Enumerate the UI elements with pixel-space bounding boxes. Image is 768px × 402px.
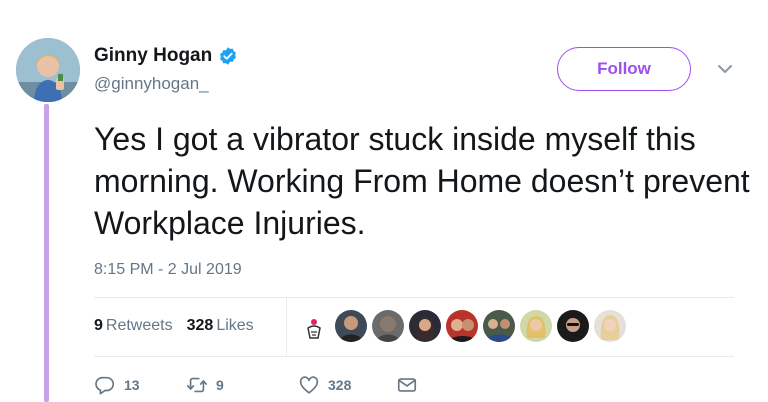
verified-badge-icon <box>218 46 238 66</box>
liked-by-avatars <box>298 310 631 342</box>
reply-icon <box>95 376 115 395</box>
liker-avatar[interactable] <box>372 310 404 342</box>
retweet-button[interactable]: 9 <box>186 374 298 396</box>
direct-message-button[interactable] <box>396 374 418 396</box>
like-button[interactable]: 328 <box>298 374 396 396</box>
author-name-row: Ginny Hogan <box>94 45 238 67</box>
envelope-icon <box>397 378 417 392</box>
retweet-icon <box>187 377 207 393</box>
user-avatar-icon <box>594 310 626 342</box>
retweets-count: 9 <box>94 317 103 334</box>
liker-avatar[interactable] <box>557 310 589 342</box>
stat-divider <box>286 298 287 356</box>
chevron-down-icon[interactable] <box>716 62 734 76</box>
tweet-timestamp[interactable]: 8:15 PM - 2 Jul 2019 <box>94 261 242 279</box>
user-avatar-icon <box>372 310 404 342</box>
author-handle[interactable]: @ginnyhogan_ <box>94 74 209 94</box>
liker-avatar-sticker[interactable] <box>298 310 330 342</box>
follow-button[interactable]: Follow <box>557 47 691 91</box>
retweets-stat[interactable]: 9 Retweets <box>94 317 173 335</box>
liker-avatar[interactable] <box>483 310 515 342</box>
retweet-count: 9 <box>216 377 224 393</box>
likes-count: 328 <box>186 317 214 334</box>
avatar-photo-icon <box>16 38 80 102</box>
divider <box>94 297 734 298</box>
like-count: 328 <box>328 377 352 393</box>
author-avatar[interactable] <box>16 38 80 102</box>
user-avatar-icon <box>557 310 589 342</box>
thread-line <box>44 104 49 402</box>
tweet-text: Yes I got a vibrator stuck inside myself… <box>94 121 750 241</box>
user-avatar-icon <box>483 310 515 342</box>
reply-button[interactable]: 13 <box>94 374 186 396</box>
heart-icon <box>299 376 319 394</box>
liker-avatar[interactable] <box>594 310 626 342</box>
liker-avatar[interactable] <box>446 310 478 342</box>
reply-count: 13 <box>124 377 140 393</box>
liker-avatar[interactable] <box>335 310 367 342</box>
likes-stat[interactable]: 328 Likes <box>187 317 254 335</box>
liker-avatar[interactable] <box>520 310 552 342</box>
liker-avatar[interactable] <box>409 310 441 342</box>
divider <box>94 356 734 357</box>
user-avatar-icon <box>335 310 367 342</box>
user-avatar-icon <box>520 310 552 342</box>
tweet-actions: 13 9 328 <box>94 374 418 396</box>
engagement-stats: 9 Retweets 328 Likes <box>94 317 268 335</box>
user-avatar-icon <box>446 310 478 342</box>
user-avatar-icon <box>409 310 441 342</box>
sticker-avatar-icon <box>298 310 330 342</box>
retweets-label: Retweets <box>105 317 173 334</box>
likes-label: Likes <box>216 317 254 334</box>
author-display-name[interactable]: Ginny Hogan <box>94 45 212 67</box>
